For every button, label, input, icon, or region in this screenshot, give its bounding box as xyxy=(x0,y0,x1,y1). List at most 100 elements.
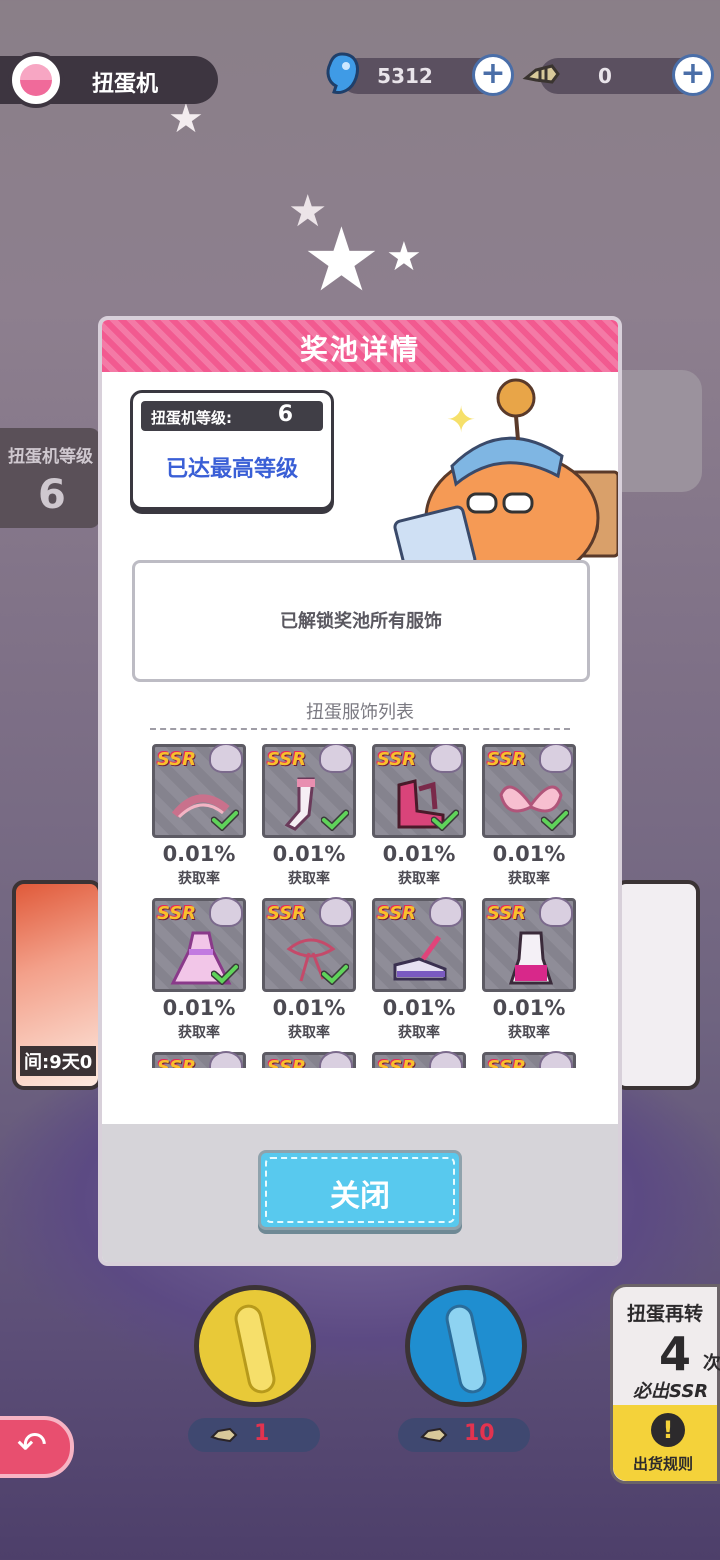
outfit-card: SSR xyxy=(262,1051,356,1068)
side-level-panel: 扭蛋机等级 6 xyxy=(0,428,100,528)
drop-rate: 0.01% xyxy=(492,842,566,866)
outfit-card: SSR xyxy=(262,897,356,992)
level-value: 6 xyxy=(277,402,293,427)
outfit-card: SSR xyxy=(482,1051,576,1068)
currency-fish: 0 + xyxy=(522,54,714,96)
outfit-icon xyxy=(508,931,554,985)
outfit-card: SSR xyxy=(372,1051,466,1068)
right-panel xyxy=(620,370,702,492)
side-level-label: 扭蛋机等级 xyxy=(8,447,93,467)
single-cost-value: 1 xyxy=(254,1421,270,1446)
single-cost-pill: 1 xyxy=(188,1418,320,1452)
outfit-card: SSR xyxy=(372,897,466,992)
drop-rate: 0.01% xyxy=(162,842,236,866)
drop-rate: 0.01% xyxy=(162,996,236,1020)
page-title: 扭蛋机 xyxy=(92,72,159,97)
level-bar: 扭蛋机等级: 6 xyxy=(141,401,323,431)
rarity-badge: SSR xyxy=(487,1057,527,1068)
card-time-text: 间:9天0 xyxy=(20,1046,97,1076)
owned-check-icon xyxy=(321,963,349,985)
rules-button[interactable]: ! 出货规则 xyxy=(613,1405,717,1481)
svg-text:✦: ✦ xyxy=(446,400,476,441)
character-head-icon xyxy=(319,1051,353,1068)
modal-title: 奖池详情 xyxy=(299,333,420,366)
cat-mascot-illustration: ✦ xyxy=(393,378,618,576)
drop-rate-label: 获取率 xyxy=(398,1025,440,1041)
modal-header: 奖池详情 xyxy=(102,320,618,372)
outfit-list-title: 扭蛋服饰列表 xyxy=(306,702,414,723)
character-card-left[interactable]: 间:9天0 xyxy=(12,880,102,1090)
rarity-badge: SSR xyxy=(157,903,197,924)
exclamation-icon: ! xyxy=(651,1413,685,1447)
back-arrow-icon: ↶ xyxy=(16,1425,48,1466)
info-box: 已解锁奖池所有服饰 xyxy=(132,560,590,682)
rarity-badge: SSR xyxy=(267,903,307,924)
fish-bone-icon xyxy=(210,1427,238,1443)
character-head-icon xyxy=(539,744,573,773)
level-max-text: 已达最高等级 xyxy=(165,457,298,482)
outfit-card: SSR xyxy=(152,897,246,992)
add-currency-blue-button[interactable]: + xyxy=(472,54,514,96)
outfit-card: SSR xyxy=(482,897,576,992)
character-head-icon xyxy=(209,897,243,927)
currency-blue: 5312 + xyxy=(326,52,514,96)
owned-check-icon xyxy=(541,809,569,831)
close-button-label: 关闭 xyxy=(330,1179,390,1214)
prize-pool-modal: 奖池详情 扭蛋机等级: 6 已达最高等级 ✦ 已解锁奖池所有服饰 扭蛋服饰列表 … xyxy=(98,316,622,1266)
guarantee-count: 4 xyxy=(659,1327,692,1381)
shoes-icon xyxy=(393,935,447,981)
level-box: 扭蛋机等级: 6 已达最高等级 xyxy=(130,390,334,510)
currency-blue-value: 5312 xyxy=(377,64,433,88)
close-button[interactable]: 关闭 xyxy=(258,1150,462,1230)
drop-rate-label: 获取率 xyxy=(508,1025,550,1041)
back-button[interactable]: ↶ xyxy=(0,1416,74,1478)
drop-rate: 0.01% xyxy=(272,996,346,1020)
guarantee-line1: 扭蛋再转 xyxy=(627,1303,704,1325)
currency-fish-value: 0 xyxy=(598,64,612,88)
drop-rate-label: 获取率 xyxy=(288,871,330,887)
drop-rate-label: 获取率 xyxy=(398,871,440,887)
character-card-right[interactable] xyxy=(614,880,700,1090)
character-head-icon xyxy=(429,897,463,927)
character-head-icon xyxy=(209,1051,243,1068)
rarity-badge: SSR xyxy=(487,749,527,770)
owned-check-icon xyxy=(211,963,239,985)
rarity-badge: SSR xyxy=(267,749,307,770)
character-head-icon xyxy=(209,744,243,773)
star-decoration: ★ xyxy=(302,208,381,311)
side-level-value: 6 xyxy=(38,472,66,518)
divider xyxy=(150,728,570,730)
drop-rate: 0.01% xyxy=(492,996,566,1020)
character-head-icon xyxy=(319,744,353,773)
star-decoration: ★ xyxy=(386,234,422,280)
rarity-badge: SSR xyxy=(377,903,417,924)
level-label: 扭蛋机等级: xyxy=(151,409,232,427)
ten-cost-value: 10 xyxy=(464,1421,495,1446)
outfit-card: SSR xyxy=(152,1051,246,1068)
single-gacha-button[interactable] xyxy=(194,1285,316,1407)
owned-check-icon xyxy=(431,809,459,831)
guarantee-unit: 次 xyxy=(703,1353,720,1374)
rarity-badge: SSR xyxy=(377,1057,417,1068)
character-head-icon xyxy=(539,1051,573,1068)
drop-rate: 0.01% xyxy=(382,996,456,1020)
add-currency-fish-button[interactable]: + xyxy=(672,54,714,96)
gacha-egg-icon xyxy=(8,52,64,108)
character-head-icon xyxy=(539,897,573,927)
outfit-grid[interactable]: SSR 0.01% 获取率 SSR 0.01% 获取率 SSR 0.01% 获取率 SSR 0.01… xyxy=(152,744,592,1068)
owned-check-icon xyxy=(321,809,349,831)
ten-gacha-button[interactable] xyxy=(405,1285,527,1407)
outfit-card: SSR xyxy=(152,744,246,838)
guarantee-line3: 必出SSR xyxy=(633,1381,709,1402)
drop-rate: 0.01% xyxy=(382,842,456,866)
drop-rate: 0.01% xyxy=(272,842,346,866)
owned-check-icon xyxy=(211,809,239,831)
rarity-badge: SSR xyxy=(157,749,197,770)
drop-rate-label: 获取率 xyxy=(178,1025,220,1041)
drop-rate-label: 获取率 xyxy=(508,871,550,887)
rarity-badge: SSR xyxy=(157,1057,197,1068)
rarity-badge: SSR xyxy=(377,749,417,770)
guarantee-panel: 扭蛋再转 4 次 必出SSR ! 出货规则 xyxy=(610,1284,720,1484)
drop-rate-label: 获取率 xyxy=(178,871,220,887)
character-head-icon xyxy=(319,897,353,927)
